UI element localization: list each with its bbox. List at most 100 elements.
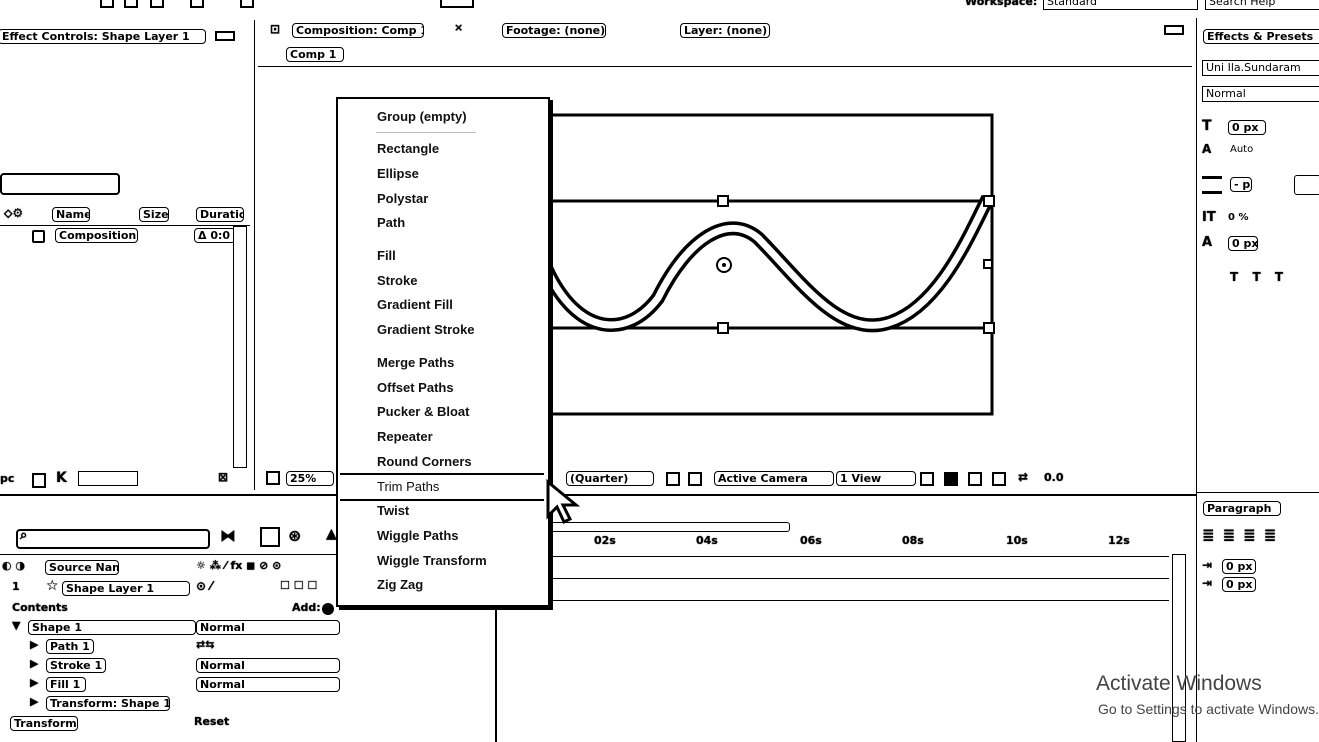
font-family-dropdown[interactable]: Uni Ila.Sundaram: [1202, 60, 1319, 76]
effects-presets-tab[interactable]: Effects & Presets: [1203, 29, 1319, 44]
stroke1-row[interactable]: ▶ Stroke 1 Normal: [0, 656, 495, 675]
menu-item-wiggle-paths[interactable]: Wiggle Paths: [377, 528, 459, 543]
transform-label[interactable]: Transform: [10, 716, 78, 731]
tsume-value[interactable]: 0 %: [1228, 212, 1248, 223]
transform-shape1-row[interactable]: ▶ Transform: Shape 1: [0, 694, 495, 713]
font-style-dropdown[interactable]: Normal: [1202, 86, 1319, 102]
expand-fill1-icon[interactable]: ▶: [30, 676, 38, 689]
shape1-blend[interactable]: Normal: [196, 620, 340, 635]
magnification-dropdown[interactable]: 25%: [286, 471, 334, 486]
exposure-icon[interactable]: ⇄: [1018, 470, 1028, 484]
layer-track-area[interactable]: [497, 556, 1169, 742]
comp-mini-flowchart-icon[interactable]: ⧓: [220, 526, 236, 545]
stroke1-blend[interactable]: Normal: [196, 658, 340, 673]
menu-item-rectangle[interactable]: Rectangle: [377, 141, 439, 156]
panel-menu-icon[interactable]: [215, 31, 235, 41]
expand-path1-icon[interactable]: ▶: [30, 638, 38, 651]
tool-icon-1[interactable]: [100, 0, 114, 8]
tab-close-icon[interactable]: ×: [454, 21, 463, 34]
path-direction-icons[interactable]: ⇄⇆: [196, 638, 214, 651]
tool-icon-3[interactable]: [150, 0, 164, 8]
region-of-interest-icon[interactable]: [666, 472, 680, 486]
nav-back-icon[interactable]: K: [56, 470, 67, 486]
layer-name[interactable]: Shape Layer 1: [62, 581, 190, 596]
fill1-label[interactable]: Fill 1: [46, 677, 86, 692]
fast-previews-icon[interactable]: [944, 472, 958, 486]
source-name-header[interactable]: Source Name: [45, 560, 119, 575]
menu-item-gradient-fill[interactable]: Gradient Fill: [377, 297, 453, 312]
lock-icon[interactable]: ⊡: [270, 22, 280, 36]
transform-shape1-label[interactable]: Transform: Shape 1: [46, 696, 170, 711]
tool-icon-2[interactable]: [124, 0, 138, 8]
add-menu-arrow-icon[interactable]: [322, 603, 334, 615]
work-area-bar[interactable]: [548, 522, 790, 532]
indent-left-value[interactable]: 0 px: [1222, 559, 1256, 574]
col-name[interactable]: Name: [52, 207, 90, 222]
layer-switch-boxes[interactable]: ☐ ☐ ☐: [280, 579, 317, 592]
align-buttons[interactable]: ≣≣≣≣: [1202, 526, 1284, 544]
menu-item-merge-paths[interactable]: Merge Paths: [377, 355, 454, 370]
trash-icon[interactable]: [32, 473, 46, 488]
tab-composition[interactable]: Composition: Comp 1: [292, 23, 424, 38]
menu-item-ellipse[interactable]: Ellipse: [377, 166, 419, 181]
menu-item-polystar[interactable]: Polystar: [377, 191, 428, 206]
menu-item-twist[interactable]: Twist: [377, 503, 409, 518]
project-scrollbar[interactable]: [233, 226, 247, 468]
comp-breadcrumb[interactable]: Comp 1: [286, 47, 344, 62]
indent-first-value[interactable]: 0 px: [1222, 577, 1256, 592]
menu-item-gradient-stroke[interactable]: Gradient Stroke: [377, 322, 475, 337]
transform-row[interactable]: Transform Reset: [0, 714, 495, 732]
menu-item-pucker-bloat[interactable]: Pucker & Bloat: [377, 404, 469, 419]
hide-shy-icon[interactable]: ⊛: [288, 526, 301, 545]
always-preview-icon[interactable]: [266, 471, 280, 485]
timeline-search[interactable]: [16, 529, 210, 549]
expand-shape1-icon[interactable]: ▼: [12, 619, 20, 632]
font-size-value[interactable]: 0 px: [1228, 120, 1266, 135]
time-ruler[interactable]: 02s 04s 06s 08s 10s 12s: [548, 520, 1168, 560]
tab-layer[interactable]: Layer: (none): [680, 23, 770, 38]
menu-item-repeater[interactable]: Repeater: [377, 429, 433, 444]
menu-item-round-corners[interactable]: Round Corners: [377, 454, 472, 469]
viewer-panel-menu-icon[interactable]: [1164, 25, 1184, 35]
menu-item-trim-paths[interactable]: Trim Paths: [377, 479, 439, 494]
active-camera-dropdown[interactable]: Active Camera: [714, 471, 834, 486]
fill1-blend[interactable]: Normal: [196, 677, 340, 692]
col-size[interactable]: Size: [139, 207, 169, 222]
transparency-grid-icon[interactable]: [688, 472, 702, 486]
tool-icon-6[interactable]: [440, 0, 474, 8]
col-duration[interactable]: Duration: [196, 207, 244, 222]
tab-footage[interactable]: Footage: (none): [502, 23, 606, 38]
menu-item-offset-paths[interactable]: Offset Paths: [377, 380, 454, 395]
tool-icon-4[interactable]: [190, 0, 204, 8]
reset-link[interactable]: Reset: [194, 715, 229, 728]
menu-item-path[interactable]: Path: [377, 215, 405, 230]
text-style-buttons[interactable]: TTT: [1230, 270, 1297, 284]
timeline-icon[interactable]: [968, 472, 982, 486]
project-hscroll[interactable]: [78, 471, 138, 486]
leading-value[interactable]: Auto: [1230, 144, 1253, 155]
toggle-pixel-aspect-icon[interactable]: [920, 472, 934, 486]
stroke-option-field[interactable]: [1294, 175, 1319, 195]
shape1-row[interactable]: ▼ Shape 1 Normal: [0, 618, 495, 637]
project-search[interactable]: [0, 173, 120, 195]
add-label[interactable]: Add:: [292, 601, 321, 614]
menu-item-wiggle-transform[interactable]: Wiggle Transform: [377, 553, 487, 568]
tool-icon-5[interactable]: [240, 0, 254, 8]
path1-label[interactable]: Path 1: [46, 639, 94, 654]
effect-controls-tab[interactable]: Effect Controls: Shape Layer 1: [0, 29, 206, 44]
composition-item-name[interactable]: Composition: [55, 228, 138, 243]
expand-stroke1-icon[interactable]: ▶: [30, 657, 38, 670]
expand-transform-shape1-icon[interactable]: ▶: [30, 695, 38, 708]
paragraph-tab[interactable]: Paragraph: [1203, 501, 1281, 516]
draft-3d-icon[interactable]: [260, 527, 280, 547]
stroke1-label[interactable]: Stroke 1: [46, 658, 106, 673]
menu-item-stroke[interactable]: Stroke: [377, 273, 417, 288]
menu-item-fill[interactable]: Fill: [377, 248, 396, 263]
workspace-dropdown[interactable]: Standard: [1043, 0, 1198, 10]
menu-item-zig-zag[interactable]: Zig Zag: [377, 577, 423, 592]
search-help-field[interactable]: Search Help: [1205, 0, 1319, 10]
menu-item-group-empty[interactable]: Group (empty): [377, 109, 467, 124]
view-layout-dropdown[interactable]: 1 View: [836, 471, 916, 486]
stroke-width-value[interactable]: - px: [1230, 177, 1252, 192]
baseline-value[interactable]: 0 px: [1228, 236, 1258, 251]
